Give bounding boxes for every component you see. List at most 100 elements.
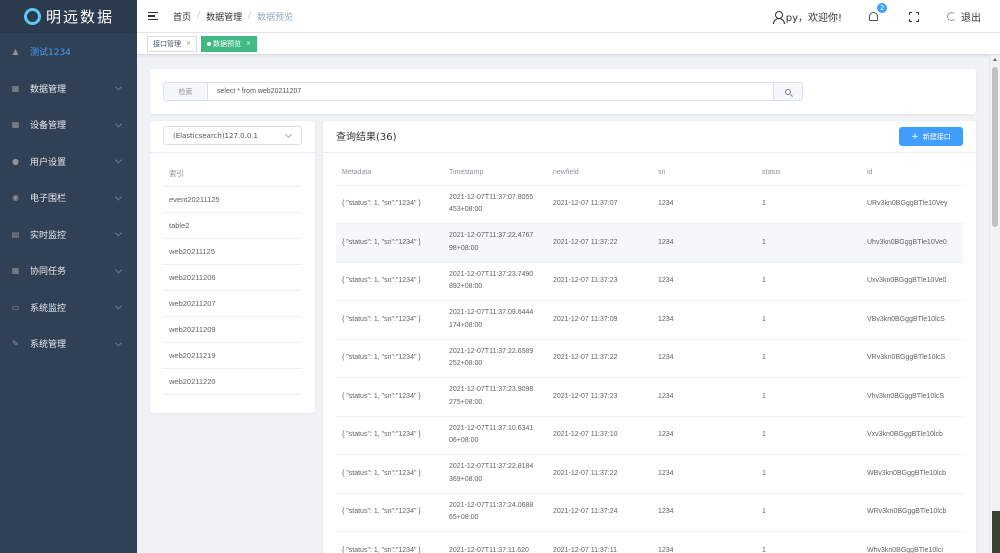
page-scrollbar[interactable] [989, 55, 1000, 553]
logout-button[interactable]: 退出 [947, 9, 981, 24]
table-cell: 1234 [652, 185, 756, 224]
table-cell: 1234 [652, 262, 756, 301]
sidebar-item-4[interactable]: ▤ 实时监控 [0, 216, 137, 253]
power-icon [947, 12, 956, 21]
sidebar-item-label: 数据管理 [30, 84, 67, 95]
index-list-item[interactable]: web20211125 [163, 239, 301, 265]
table-cell: 1 [756, 377, 861, 417]
table-cell: { "status": 1, "sn":"1234" } [336, 377, 443, 417]
query-input[interactable]: select * from web20211207 [208, 83, 773, 100]
logo-text: 明远数据 [46, 8, 115, 26]
index-list-item[interactable]: web20211209 [163, 317, 301, 343]
table-cell: 1234 [652, 377, 756, 417]
table-cell: Uhv3kn0BGggBTle10Ve0 [861, 223, 963, 263]
sidebar-item-6[interactable]: ▭ 系统监控 [0, 289, 137, 326]
table-cell: Vhv3kn0BGggBTle10lcS [861, 377, 963, 417]
search-prefix-label: 检索 [164, 83, 208, 100]
index-list-item[interactable]: web20211219 [163, 343, 301, 369]
table-row[interactable]: { "status": 1, "sn":"1234" } 2021-12-07T1… [336, 531, 963, 553]
caret-up-icon: ▲ [12, 47, 19, 56]
chevron-down-icon [114, 339, 123, 347]
sidebar-item-project[interactable]: ▲ 测试1234 [0, 33, 137, 70]
sidebar-item-5[interactable]: ▦ 协同任务 [0, 253, 137, 290]
tag-data-preview[interactable]: 数据预览 × [201, 35, 258, 52]
tag-api-mgmt[interactable]: 接口管理 × [147, 35, 198, 52]
sidebar-item-label: 设备管理 [30, 121, 67, 132]
close-icon[interactable]: × [186, 40, 191, 47]
result-panel: 查询结果(36) + 新建接口 Metadata Timestamp newfiel… [323, 121, 976, 553]
sidebar-item-3[interactable]: ◉ 电子围栏 [0, 180, 137, 217]
table-cell: WRv3kn0BGggBTle10lcb [861, 493, 963, 532]
index-list-item[interactable]: event20211125 [163, 187, 301, 213]
table-cell: 1234 [652, 493, 756, 532]
table-cell: 2021-12-07T11:37:07.8055 453+08:00 [443, 185, 547, 224]
table-cell: 1234 [652, 454, 756, 494]
table-cell: 1 [756, 493, 861, 532]
grid-icon: ▦ [11, 120, 20, 130]
table-cell: VRv3kn0BGggBTle10lcS [861, 339, 963, 378]
index-list: 索引 event20211125 table2 web20211125 web2021… [163, 161, 301, 395]
table-cell: 1 [756, 531, 861, 553]
index-list-item[interactable]: web20211206 [163, 265, 301, 291]
user-menu[interactable]: py，欢迎你! [772, 9, 842, 24]
chevron-down-icon [114, 156, 123, 164]
table-row[interactable]: { "status": 1, "sn":"1234" } 2021-12-07T1… [336, 377, 963, 417]
table-cell: WBv3kn0BGggBTle10lcb [861, 454, 963, 494]
index-list-item[interactable]: table2 [163, 213, 301, 239]
table-row[interactable]: { "status": 1, "sn":"1234" } 2021-12-07T1… [336, 262, 963, 301]
index-list-item[interactable]: web20211207 [163, 291, 301, 317]
table-cell: 1 [756, 454, 861, 494]
table-row[interactable]: { "status": 1, "sn":"1234" } 2021-12-07T1… [336, 300, 963, 340]
search-button[interactable] [773, 83, 802, 100]
table-cell: { "status": 1, "sn":"1234" } [336, 300, 443, 340]
datasource-select[interactable]: (Elasticsearch)127.0.0.1 [163, 126, 302, 145]
sidebar-item-0[interactable]: ▦ 数据管理 [0, 70, 137, 107]
table-cell: 2021-12-07 11:37:09 [547, 300, 652, 340]
scrollbar-thumb[interactable] [992, 67, 998, 227]
chevron-down-icon [114, 83, 123, 91]
active-dot-icon [207, 41, 212, 46]
table-cell: { "status": 1, "sn":"1234" } [336, 185, 443, 224]
breadcrumb-home[interactable]: 首页 [173, 10, 191, 23]
table-cell: 1234 [652, 416, 756, 455]
app-logo[interactable]: 明远数据 [0, 0, 137, 33]
edit-icon: ✎ [12, 339, 19, 349]
index-list-item[interactable]: web20211220 [163, 369, 301, 395]
breadcrumb-data-mgmt[interactable]: 数据管理 [206, 10, 242, 23]
table-cell: 1 [756, 339, 861, 378]
column-header: Timestamp [443, 161, 547, 186]
search-card: 检索 select * from web20211207 [150, 69, 976, 114]
new-api-button[interactable]: + 新建接口 [899, 127, 963, 146]
table-row[interactable]: { "status": 1, "sn":"1234" } 2021-12-07T1… [336, 493, 963, 532]
table-row[interactable]: { "status": 1, "sn":"1234" } 2021-12-07T1… [336, 416, 963, 455]
table-cell: 2021-12-07T11:37:23.9098 275+08:00 [443, 377, 547, 417]
menu-toggle-icon[interactable] [148, 11, 158, 21]
column-header: Metadata [336, 161, 443, 186]
close-icon[interactable]: × [246, 40, 251, 47]
tag-label: 数据预览 [213, 39, 242, 48]
table-cell: { "status": 1, "sn":"1234" } [336, 493, 443, 532]
table-cell: { "status": 1, "sn":"1234" } [336, 223, 443, 263]
scroll-up-icon[interactable] [993, 58, 997, 61]
fullscreen-icon[interactable] [909, 11, 919, 22]
table-row[interactable]: { "status": 1, "sn":"1234" } 2021-12-07T1… [336, 223, 963, 263]
table-cell: 2021-12-07T11:37:23.7490 892+08:00 [443, 262, 547, 301]
column-header: newfield [547, 161, 652, 186]
table-row[interactable]: { "status": 1, "sn":"1234" } 2021-12-07T1… [336, 339, 963, 378]
table-cell: 1 [756, 185, 861, 224]
sidebar-item-1[interactable]: ▦ 设备管理 [0, 107, 137, 144]
table-row[interactable]: { "status": 1, "sn":"1234" } 2021-12-07T1… [336, 185, 963, 224]
table-cell: URv3kn0BGggBTle10Vey [861, 185, 963, 224]
table-cell: VBv3kn0BGggBTle10lcS [861, 300, 963, 340]
sidebar-item-label: 系统管理 [30, 340, 67, 351]
notification-bell[interactable]: 2 [867, 2, 888, 24]
table-cell: 2021-12-07 11:37:22 [547, 454, 652, 494]
logout-label: 退出 [961, 13, 981, 24]
sidebar-item-2[interactable]: ● 用户设置 [0, 143, 137, 180]
eye-icon: ◉ [12, 193, 19, 203]
sidebar-item-7[interactable]: ✎ 系统管理 [0, 326, 137, 363]
table-cell: 2021-12-07T11:37:11.620 [443, 531, 547, 553]
index-panel: (Elasticsearch)127.0.0.1 索引 event2021112… [150, 121, 315, 413]
table-cell: 2021-12-07 11:37:07 [547, 185, 652, 224]
table-row[interactable]: { "status": 1, "sn":"1234" } 2021-12-07T1… [336, 454, 963, 494]
